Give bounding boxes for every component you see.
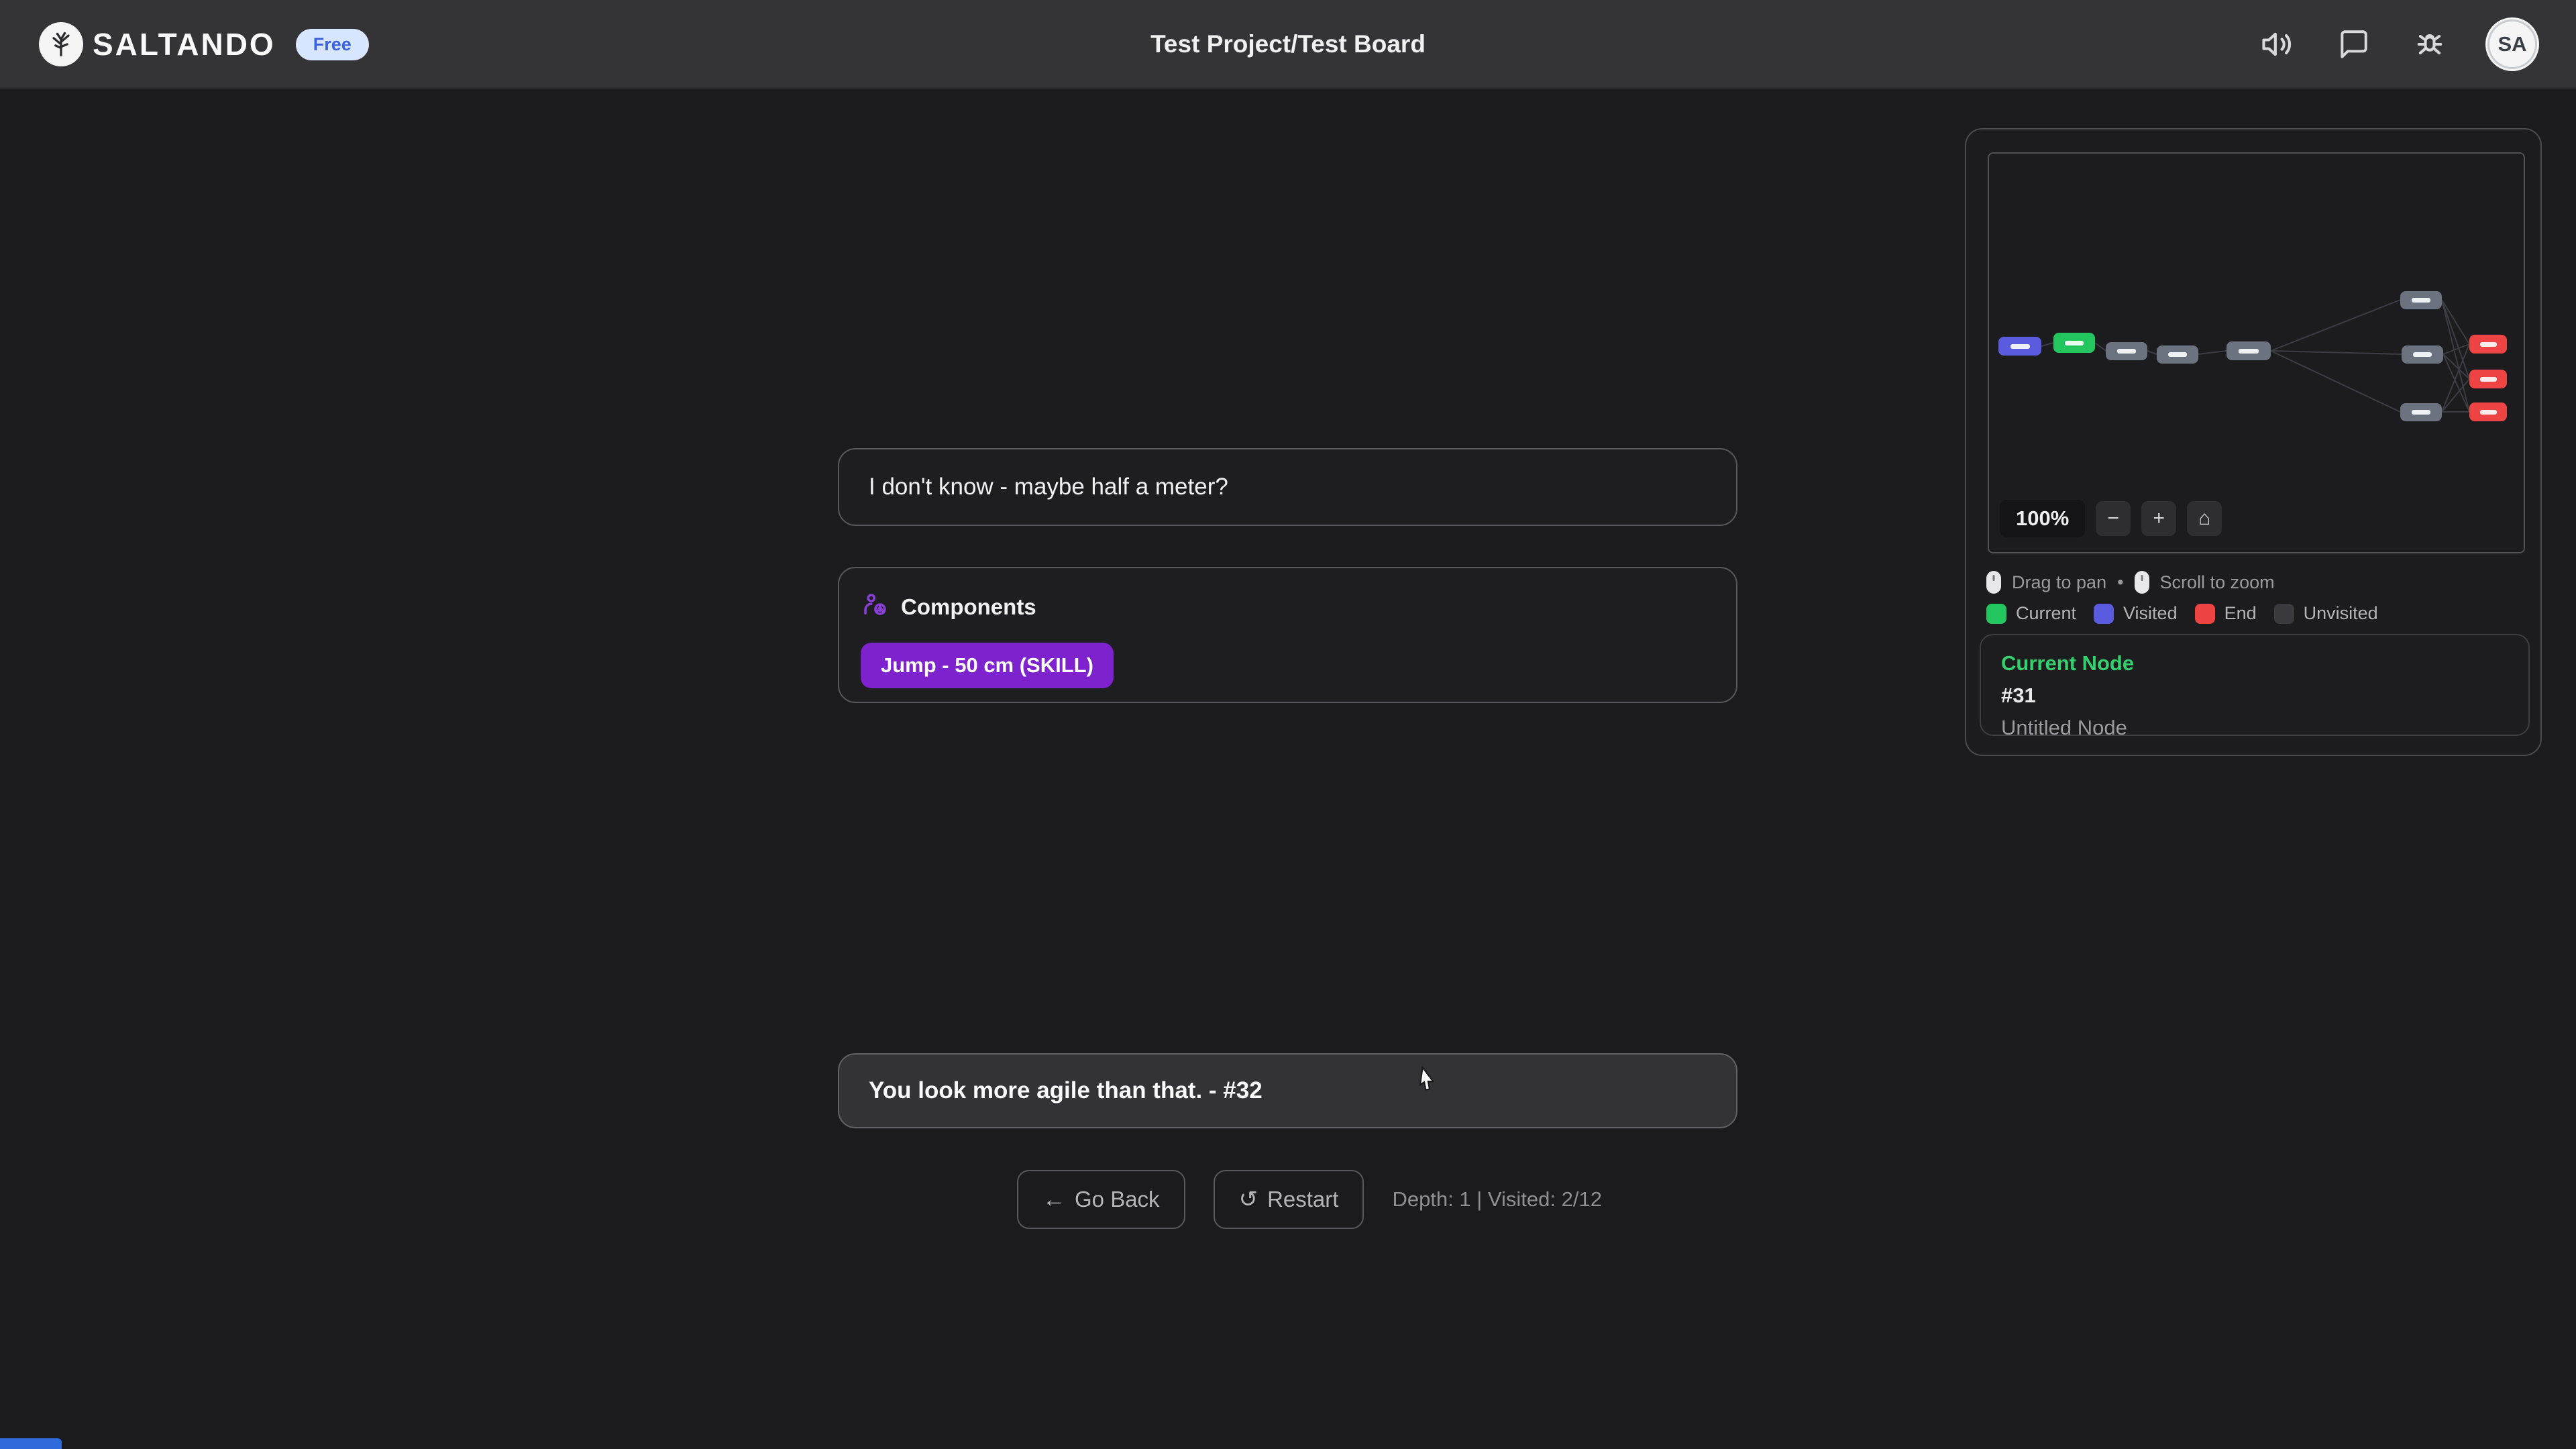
minimap-controls: 100% − + ⌂ xyxy=(2000,500,2222,537)
minimap-node-unvisited[interactable] xyxy=(2106,342,2147,360)
restart-button[interactable]: ↺ Restart xyxy=(1214,1170,1364,1229)
minimap-node-end[interactable] xyxy=(2469,335,2507,354)
go-back-label: Go Back xyxy=(1075,1187,1160,1212)
answer-text: You look more agile than that. - #32 xyxy=(869,1077,1263,1104)
minimap-node-unvisited[interactable] xyxy=(2400,291,2442,309)
current-swatch xyxy=(1986,604,2006,624)
current-node-title: Current Node xyxy=(2001,651,2508,676)
app-page: SALTANDO Free Test Project/Test Board xyxy=(0,0,2576,1449)
fit-view-button[interactable]: ⌂ xyxy=(2187,501,2222,536)
board-title: Test Project/Test Board xyxy=(1150,30,1426,58)
question-text: I don't know - maybe half a meter? xyxy=(869,474,1228,500)
flow-controls: ← Go Back ↺ Restart Depth: 1 | Visited: … xyxy=(1017,1170,1602,1229)
zoom-out-button[interactable]: − xyxy=(2096,501,2131,536)
mouse-icon xyxy=(2135,571,2149,594)
current-node-card: Current Node #31 Untitled Node xyxy=(1980,634,2530,736)
components-icon xyxy=(861,591,889,623)
tree-logo-icon xyxy=(39,22,83,66)
arrow-left-icon: ← xyxy=(1042,1188,1065,1211)
unvisited-swatch xyxy=(2274,604,2294,624)
restart-icon: ↺ xyxy=(1239,1188,1258,1211)
current-node-name: Untitled Node xyxy=(2001,716,2508,740)
minimap-node-end[interactable] xyxy=(2469,402,2507,421)
mouse-icon xyxy=(1986,571,2001,594)
minimap-hints: Drag to pan • Scroll to zoom xyxy=(1986,571,2275,594)
legend-unvisited: Unvisited xyxy=(2274,603,2378,624)
minimap-node-current[interactable] xyxy=(2053,333,2095,353)
go-back-button[interactable]: ← Go Back xyxy=(1017,1170,1185,1229)
minimap-legend: Current Visited End Unvisited xyxy=(1986,603,2378,624)
minimap-panel: 100% − + ⌂ Drag to pan • Scroll to zoom … xyxy=(1965,128,2542,756)
chat-icon[interactable] xyxy=(2334,25,2372,63)
brand[interactable]: SALTANDO Free xyxy=(39,22,369,66)
user-avatar[interactable]: SA xyxy=(2487,19,2537,69)
end-swatch xyxy=(2195,604,2215,624)
bug-icon[interactable] xyxy=(2411,25,2449,63)
top-navbar: SALTANDO Free Test Project/Test Board xyxy=(0,0,2576,89)
zoom-level-label: 100% xyxy=(2000,500,2085,537)
minimap-node-visited[interactable] xyxy=(1998,337,2041,356)
minimap-node-unvisited[interactable] xyxy=(2157,345,2198,364)
zoom-in-button[interactable]: + xyxy=(2141,501,2176,536)
plan-badge: Free xyxy=(296,29,369,60)
dev-indicator-strip xyxy=(0,1438,62,1449)
restart-label: Restart xyxy=(1267,1187,1338,1212)
avatar-initials: SA xyxy=(2498,32,2526,56)
legend-current: Current xyxy=(1986,603,2076,624)
volume-icon[interactable] xyxy=(2258,25,2296,63)
minimap-canvas[interactable]: 100% − + ⌂ xyxy=(1988,152,2525,553)
minimap-node-unvisited[interactable] xyxy=(2400,403,2442,421)
current-node-id: #31 xyxy=(2001,684,2508,708)
component-chip-skill[interactable]: Jump - 50 cm (SKILL) xyxy=(861,643,1114,688)
question-box: I don't know - maybe half a meter? xyxy=(838,448,1737,526)
depth-visited-status: Depth: 1 | Visited: 2/12 xyxy=(1392,1187,1602,1212)
minimap-node-unvisited[interactable] xyxy=(2402,345,2443,364)
drag-hint: Drag to pan xyxy=(2012,572,2106,593)
minimap-node-end[interactable] xyxy=(2469,370,2507,388)
brand-name: SALTANDO xyxy=(93,26,276,62)
components-label: Components xyxy=(901,594,1036,620)
legend-end: End xyxy=(2195,603,2257,624)
header-actions: SA xyxy=(2258,19,2537,69)
answer-option-button[interactable]: You look more agile than that. - #32 xyxy=(838,1053,1737,1128)
minimap-node-unvisited[interactable] xyxy=(2226,341,2271,360)
legend-visited: Visited xyxy=(2094,603,2178,624)
components-box: Components Jump - 50 cm (SKILL) xyxy=(838,567,1737,703)
visited-swatch xyxy=(2094,604,2114,624)
scroll-hint: Scroll to zoom xyxy=(2160,572,2275,593)
hint-separator: • xyxy=(2117,572,2123,593)
